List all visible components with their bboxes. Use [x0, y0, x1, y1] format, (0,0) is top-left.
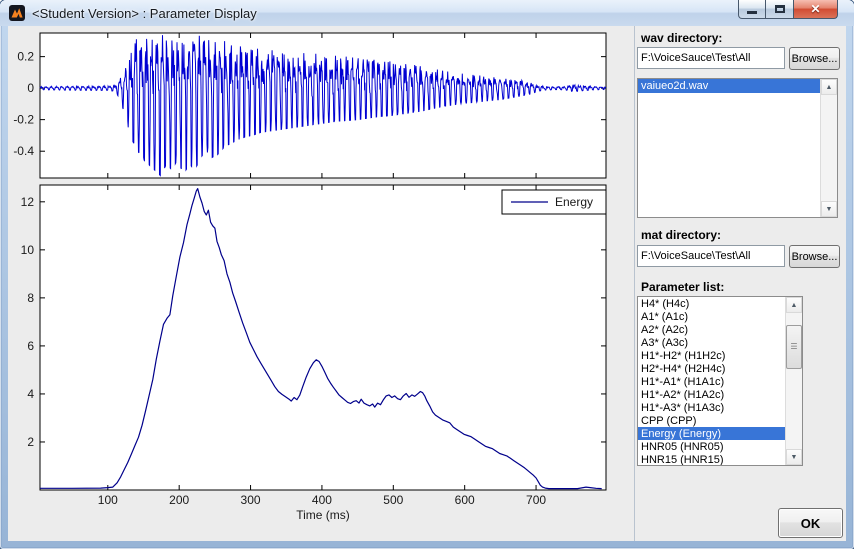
figure-client-area: 0.20-0.2-0.41002003004005006007002468101…	[8, 26, 846, 541]
svg-text:-0.4: -0.4	[13, 144, 34, 158]
close-icon: ✕	[810, 3, 820, 15]
svg-text:200: 200	[169, 493, 189, 507]
matlab-icon	[9, 5, 25, 21]
parameter-item[interactable]: A2* (A2c)	[638, 323, 786, 336]
svg-text:0: 0	[27, 81, 34, 95]
svg-text:600: 600	[455, 493, 475, 507]
svg-text:12: 12	[21, 195, 35, 209]
parameter-item[interactable]: H1*-A2* (H1A2c)	[638, 388, 786, 401]
wav-directory-label: wav directory:	[641, 31, 722, 45]
minimize-icon	[747, 11, 757, 14]
svg-text:Energy: Energy	[555, 195, 593, 209]
svg-text:10: 10	[21, 243, 35, 257]
scrollbar-thumb[interactable]: ☰	[786, 325, 802, 369]
maximize-icon	[775, 5, 785, 13]
parameter-list[interactable]: H4* (H4c)A1* (A1c)A2* (A2c)A3* (A3c)H1*-…	[637, 296, 803, 466]
energy-legend: Energy	[502, 190, 606, 214]
mat-directory-input[interactable]	[637, 245, 785, 267]
svg-text:500: 500	[383, 493, 403, 507]
plots-svg: 0.20-0.2-0.41002003004005006007002468101…	[8, 26, 638, 541]
svg-text:0.2: 0.2	[17, 50, 34, 64]
close-button[interactable]: ✕	[794, 0, 838, 19]
window-controls: ✕	[738, 0, 838, 19]
svg-text:100: 100	[98, 493, 118, 507]
svg-text:8: 8	[27, 291, 34, 305]
minimize-button[interactable]	[738, 0, 766, 19]
parameter-item[interactable]: H2*-H4* (H2H4c)	[638, 362, 786, 375]
maximize-button[interactable]	[766, 0, 794, 19]
scroll-up-icon[interactable]: ▲	[821, 79, 837, 95]
parameter-item[interactable]: CPP (CPP)	[638, 414, 786, 427]
parameter-item[interactable]: HNR05 (HNR05)	[638, 440, 786, 453]
ok-button[interactable]: OK	[778, 508, 843, 538]
energy-plot: 100 200 300 400 500 600 700 2 4 6 8 10 12 Time (ms)	[21, 185, 606, 522]
svg-text:4: 4	[27, 387, 34, 401]
scroll-up-icon[interactable]: ▲	[786, 297, 802, 313]
mat-browse-button[interactable]: Browse...	[789, 245, 840, 268]
parameter-item[interactable]: HNR15 (HNR15)	[638, 453, 786, 465]
parameter-list-label: Parameter list:	[641, 280, 724, 294]
svg-text:700: 700	[526, 493, 546, 507]
scroll-down-icon[interactable]: ▼	[786, 449, 802, 465]
parameter-item[interactable]: A3* (A3c)	[638, 336, 786, 349]
wav-file-list[interactable]: vaiueo2d.wav ▲ ▼	[637, 78, 838, 218]
title-bar[interactable]: <Student Version> : Parameter Display	[0, 0, 854, 26]
svg-text:400: 400	[312, 493, 332, 507]
svg-text:2: 2	[27, 435, 34, 449]
mat-directory-label: mat directory:	[641, 228, 721, 242]
parameter-item[interactable]: Energy (Energy)	[638, 427, 786, 440]
wav-browse-button[interactable]: Browse...	[789, 47, 840, 70]
parameter-list-scrollbar[interactable]: ▲ ☰ ▼	[785, 297, 802, 465]
wav-directory-input[interactable]	[637, 47, 785, 69]
wav-list-scrollbar[interactable]: ▲ ▼	[820, 79, 837, 217]
parameter-item[interactable]: H1*-A3* (H1A3c)	[638, 401, 786, 414]
panel-divider	[634, 26, 635, 541]
parameter-display-window: <Student Version> : Parameter Display ✕ …	[0, 0, 854, 549]
parameter-item[interactable]: H4* (H4c)	[638, 297, 786, 310]
svg-text:-0.2: -0.2	[13, 113, 34, 127]
parameter-item[interactable]: A1* (A1c)	[638, 310, 786, 323]
wav-file-item[interactable]: vaiueo2d.wav	[638, 79, 821, 93]
parameter-item[interactable]: H1*-H2* (H1H2c)	[638, 349, 786, 362]
scroll-down-icon[interactable]: ▼	[821, 201, 837, 217]
waveform-plot: 0.2 0 -0.2 -0.4	[13, 33, 606, 178]
parameter-item[interactable]: H1*-A1* (H1A1c)	[638, 375, 786, 388]
svg-text:Time (ms): Time (ms)	[296, 508, 350, 522]
svg-text:300: 300	[241, 493, 261, 507]
window-title: <Student Version> : Parameter Display	[32, 6, 257, 21]
svg-text:6: 6	[27, 339, 34, 353]
